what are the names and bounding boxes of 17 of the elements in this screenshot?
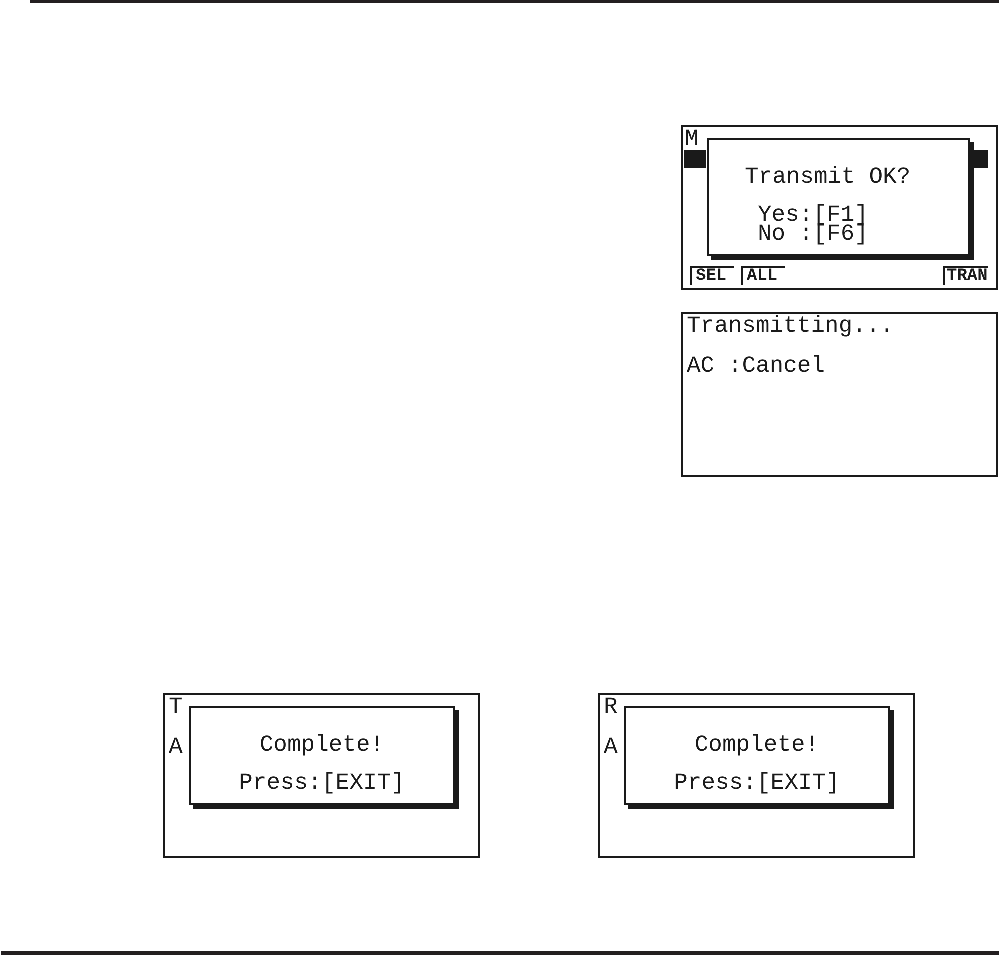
dialog-option: Press:[EXIT] (674, 770, 840, 796)
screen-text: Transmitting... (687, 316, 894, 336)
screen-text: A (604, 737, 618, 757)
dialog-message: Complete! (694, 732, 820, 758)
function-key-label: SEL (690, 266, 734, 285)
dialog-option: Press:[EXIT] (239, 770, 405, 796)
screen-text: AC :Cancel (687, 356, 826, 376)
dialog-message: Transmit OK? (745, 164, 911, 190)
function-key-label: ALL (741, 266, 785, 285)
screen-text: T (169, 697, 183, 717)
screen-text: R (604, 697, 618, 717)
screen-title: M (685, 129, 699, 149)
dialog-option: No :[F6] (758, 225, 868, 244)
dialog-message: Complete! (260, 732, 384, 758)
function-key-label: TRAN (943, 266, 988, 285)
screen-text: A (169, 737, 183, 757)
dialog-option: Yes:[F1] (758, 206, 868, 225)
